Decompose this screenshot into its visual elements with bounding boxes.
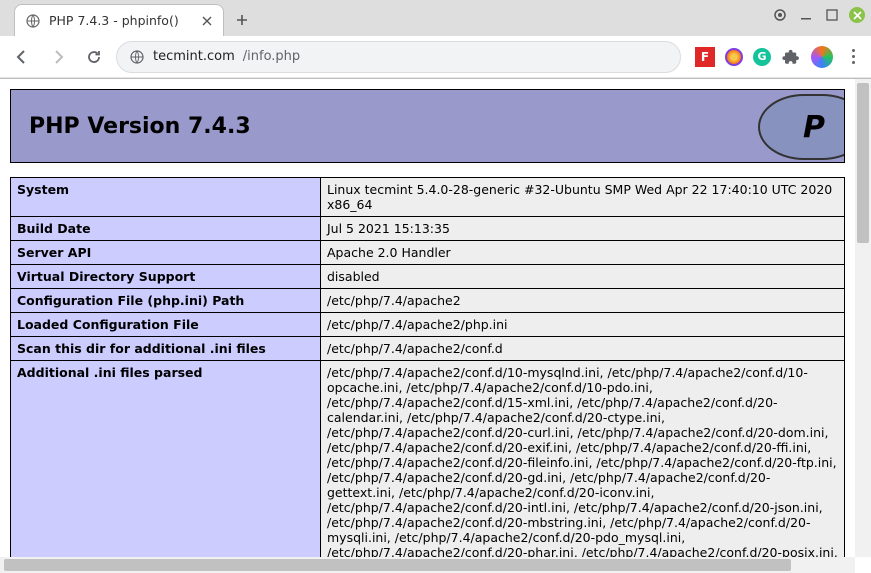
url-host: tecmint.com xyxy=(153,49,235,64)
table-row: Server APIApache 2.0 Handler xyxy=(11,241,845,265)
vertical-scrollbar-thumb[interactable] xyxy=(857,83,869,243)
page-content: PHP Version 7.4.3 P SystemLinux tecmint … xyxy=(0,79,855,557)
minimize-icon[interactable] xyxy=(797,6,815,24)
table-row: Scan this dir for additional .ini files/… xyxy=(11,337,845,361)
browser-chrome: PHP 7.4.3 - phpinfo() tecmint.com/info.p… xyxy=(0,0,871,79)
info-value: Jul 5 2021 15:13:35 xyxy=(321,217,845,241)
tab-strip: PHP 7.4.3 - phpinfo() xyxy=(0,0,871,36)
url-path: /info.php xyxy=(243,49,300,64)
extension-icon[interactable] xyxy=(725,48,743,66)
info-key: Additional .ini files parsed xyxy=(11,361,321,558)
info-value: Apache 2.0 Handler xyxy=(321,241,845,265)
info-value: /etc/php/7.4/apache2 xyxy=(321,289,845,313)
extensions-menu-icon[interactable] xyxy=(781,47,801,67)
info-key: Scan this dir for additional .ini files xyxy=(11,337,321,361)
browser-tab[interactable]: PHP 7.4.3 - phpinfo() xyxy=(14,4,224,36)
close-tab-icon[interactable] xyxy=(199,13,215,29)
table-row: Virtual Directory Supportdisabled xyxy=(11,265,845,289)
info-key: Loaded Configuration File xyxy=(11,313,321,337)
php-version-heading: PHP Version 7.4.3 xyxy=(29,114,251,139)
new-tab-button[interactable] xyxy=(230,8,254,32)
address-bar[interactable]: tecmint.com/info.php xyxy=(116,41,681,73)
grammarly-extension-icon[interactable]: G xyxy=(753,48,771,66)
table-row: Build DateJul 5 2021 15:13:35 xyxy=(11,217,845,241)
info-value: /etc/php/7.4/apache2/conf.d/10-mysqlnd.i… xyxy=(321,361,845,558)
info-key: Virtual Directory Support xyxy=(11,265,321,289)
vertical-scrollbar[interactable] xyxy=(855,79,871,557)
tab-title: PHP 7.4.3 - phpinfo() xyxy=(49,13,191,28)
close-window-icon[interactable] xyxy=(849,7,865,23)
info-value: disabled xyxy=(321,265,845,289)
table-row: Configuration File (php.ini) Path/etc/ph… xyxy=(11,289,845,313)
site-info-icon[interactable] xyxy=(129,49,145,65)
maximize-icon[interactable] xyxy=(823,6,841,24)
browser-menu-icon[interactable] xyxy=(843,49,863,64)
window-controls xyxy=(771,6,865,24)
window-control-generic-icon[interactable] xyxy=(771,6,789,24)
info-value: /etc/php/7.4/apache2/conf.d xyxy=(321,337,845,361)
extension-row: F G xyxy=(689,46,863,68)
table-row: Loaded Configuration File/etc/php/7.4/ap… xyxy=(11,313,845,337)
info-key: Configuration File (php.ini) Path xyxy=(11,289,321,313)
profile-avatar[interactable] xyxy=(811,46,833,68)
table-row: Additional .ini files parsed/etc/php/7.4… xyxy=(11,361,845,558)
toolbar: tecmint.com/info.php F G xyxy=(0,36,871,78)
info-key: Server API xyxy=(11,241,321,265)
flipboard-extension-icon[interactable]: F xyxy=(695,47,715,67)
info-value: Linux tecmint 5.4.0-28-generic #32-Ubunt… xyxy=(321,178,845,217)
php-version-banner: PHP Version 7.4.3 P xyxy=(10,89,845,163)
phpinfo-table: SystemLinux tecmint 5.4.0-28-generic #32… xyxy=(10,177,845,557)
back-button[interactable] xyxy=(8,43,36,71)
info-value: /etc/php/7.4/apache2/php.ini xyxy=(321,313,845,337)
info-key: Build Date xyxy=(11,217,321,241)
php-logo-icon: P xyxy=(758,94,845,160)
forward-button[interactable] xyxy=(44,43,72,71)
info-key: System xyxy=(11,178,321,217)
page-viewport: PHP Version 7.4.3 P SystemLinux tecmint … xyxy=(0,79,871,573)
globe-icon xyxy=(25,13,41,29)
horizontal-scrollbar[interactable] xyxy=(0,557,855,573)
table-row: SystemLinux tecmint 5.4.0-28-generic #32… xyxy=(11,178,845,217)
reload-button[interactable] xyxy=(80,43,108,71)
horizontal-scrollbar-thumb[interactable] xyxy=(4,559,791,571)
